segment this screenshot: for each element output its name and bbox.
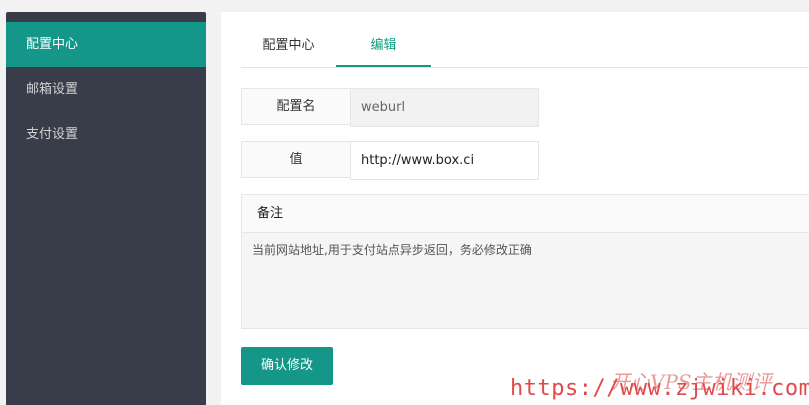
tab-edit[interactable]: 编辑 [336, 26, 431, 67]
confirm-edit-button[interactable]: 确认修改 [241, 347, 333, 385]
remark-label: 备注 [242, 195, 809, 233]
remark-text: 当前网站地址,用于支付站点异步返回，务必修改正确 [242, 233, 809, 328]
config-name-label: 配置名 [241, 88, 350, 125]
config-name-field[interactable] [350, 88, 539, 127]
config-value-label: 值 [241, 141, 350, 178]
sidebar-item-payment-settings[interactable]: 支付设置 [6, 112, 206, 157]
page: 配置中心 邮箱设置 支付设置 配置中心 编辑 配置名 值 备注 当前网站地址,用… [0, 0, 809, 405]
tab-bar: 配置中心 编辑 [241, 26, 809, 68]
tab-config-center[interactable]: 配置中心 [241, 26, 336, 66]
main-panel: 配置中心 编辑 配置名 值 备注 当前网站地址,用于支付站点异步返回，务必修改正… [221, 12, 809, 405]
config-value-field[interactable] [350, 141, 539, 180]
sidebar-item-email-settings[interactable]: 邮箱设置 [6, 67, 206, 112]
sidebar: 配置中心 邮箱设置 支付设置 [6, 12, 206, 405]
remark-block: 备注 当前网站地址,用于支付站点异步返回，务必修改正确 [241, 194, 809, 329]
sidebar-item-config-center[interactable]: 配置中心 [6, 22, 206, 67]
config-name-row: 配置名 [241, 88, 539, 127]
config-value-row: 值 [241, 141, 539, 180]
